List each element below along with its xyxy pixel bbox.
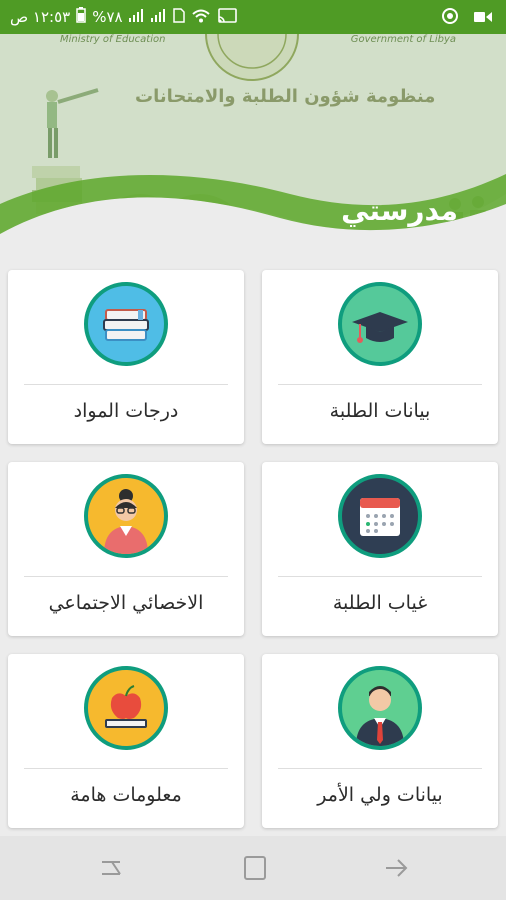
- wifi-icon: [191, 8, 211, 27]
- app-title: مدرستي: [341, 194, 458, 227]
- calendar-icon: [338, 474, 422, 558]
- status-bar: ١٢:٥٣ ص %٧٨: [0, 0, 506, 34]
- header-subtitle-left: Ministry of Education: [60, 34, 166, 45]
- card-subject-grades[interactable]: درجات المواد: [8, 270, 244, 444]
- card-divider: [24, 768, 228, 769]
- recent-apps-icon[interactable]: [96, 854, 126, 882]
- sim-icon: [172, 7, 185, 27]
- card-divider: [278, 384, 482, 385]
- card-guardian-data[interactable]: بيانات ولي الأمر: [262, 654, 498, 828]
- back-icon[interactable]: [382, 854, 412, 882]
- battery-percent: %٧٨: [92, 8, 123, 26]
- header-banner: Ministry of Education Government of Liby…: [0, 34, 506, 260]
- guardian-icon: [338, 666, 422, 750]
- card-student-data[interactable]: بيانات الطلبة: [262, 270, 498, 444]
- card-divider: [24, 384, 228, 385]
- cast-icon: [217, 7, 237, 27]
- books-icon: [84, 282, 168, 366]
- home-icon[interactable]: [240, 854, 270, 882]
- battery-icon: [76, 7, 86, 27]
- card-divider: [278, 768, 482, 769]
- card-social-worker[interactable]: الاخصائي الاجتماعي: [8, 462, 244, 636]
- signal-icon: [150, 8, 167, 26]
- header-subtitle-right: Government of Libya: [350, 34, 456, 45]
- status-left: ١٢:٥٣ ص %٧٨: [10, 7, 237, 27]
- apple-books-icon: [84, 666, 168, 750]
- card-label: بيانات ولي الأمر: [317, 784, 443, 806]
- card-divider: [278, 576, 482, 577]
- status-right: [442, 8, 492, 28]
- status-time: ١٢:٥٣ ص: [10, 8, 71, 26]
- card-important-info[interactable]: معلومات هامة: [8, 654, 244, 828]
- card-label: الاخصائي الاجتماعي: [48, 592, 204, 614]
- navigation-bar: [0, 836, 506, 900]
- card-student-absence[interactable]: غياب الطلبة: [262, 462, 498, 636]
- card-label: درجات المواد: [73, 400, 179, 422]
- card-label: غياب الطلبة: [332, 592, 428, 614]
- card-divider: [24, 576, 228, 577]
- signal-icon: [128, 8, 145, 26]
- card-label: بيانات الطلبة: [329, 400, 431, 422]
- notification-icon: [442, 8, 458, 28]
- graduation-cap-icon: [338, 282, 422, 366]
- video-icon: [474, 9, 492, 28]
- card-label: معلومات هامة: [70, 784, 182, 806]
- header-caption: منظومة شؤون الطلبة والامتحانات: [135, 86, 436, 107]
- social-worker-icon: [84, 474, 168, 558]
